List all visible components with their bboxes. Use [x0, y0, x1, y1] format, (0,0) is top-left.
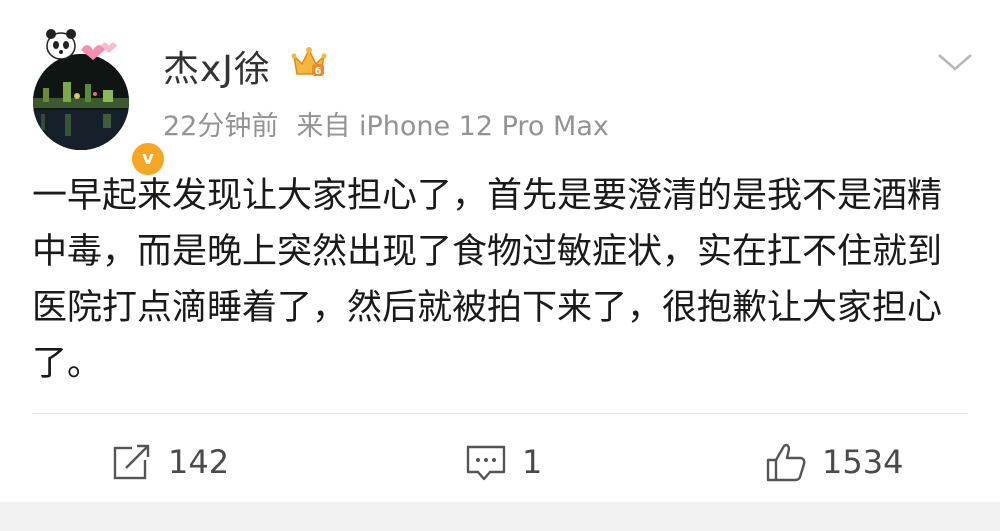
- post-card: v 杰xJ徐 6 22分钟前 来自 iPhone 12 Pro Max 一早起来发…: [0, 0, 1000, 502]
- avatar[interactable]: [33, 54, 129, 150]
- post-body: 一早起来发现让大家担心了，首先是要澄清的是我不是酒精中毒，而是晚上突然出现了食物…: [32, 176, 943, 384]
- svg-text:6: 6: [315, 66, 322, 77]
- panda-decoration-icon: [46, 29, 117, 60]
- chevron-down-icon[interactable]: [936, 50, 974, 74]
- comment-count: 1: [522, 443, 543, 481]
- repost-count: 142: [168, 443, 230, 481]
- avatar-night-scene: [33, 54, 129, 150]
- post-meta: 22分钟前 来自 iPhone 12 Pro Max: [163, 104, 609, 143]
- repost-button[interactable]: 142: [110, 440, 229, 484]
- like-count: 1534: [822, 443, 904, 481]
- username[interactable]: 杰xJ徐: [163, 40, 271, 92]
- comment-icon: [466, 445, 506, 481]
- repost-icon: [113, 442, 152, 480]
- crown-icon[interactable]: 6: [290, 44, 328, 80]
- post-time: 22分钟前: [163, 111, 279, 142]
- avatar-container[interactable]: v: [33, 29, 167, 178]
- bottom-separator: [0, 502, 1000, 531]
- like-button[interactable]: 1534: [764, 440, 903, 484]
- comment-button[interactable]: 1: [464, 440, 542, 484]
- thumbs-up-icon: [766, 443, 806, 482]
- divider: [32, 413, 968, 414]
- post-source: 来自 iPhone 12 Pro Max: [296, 111, 609, 142]
